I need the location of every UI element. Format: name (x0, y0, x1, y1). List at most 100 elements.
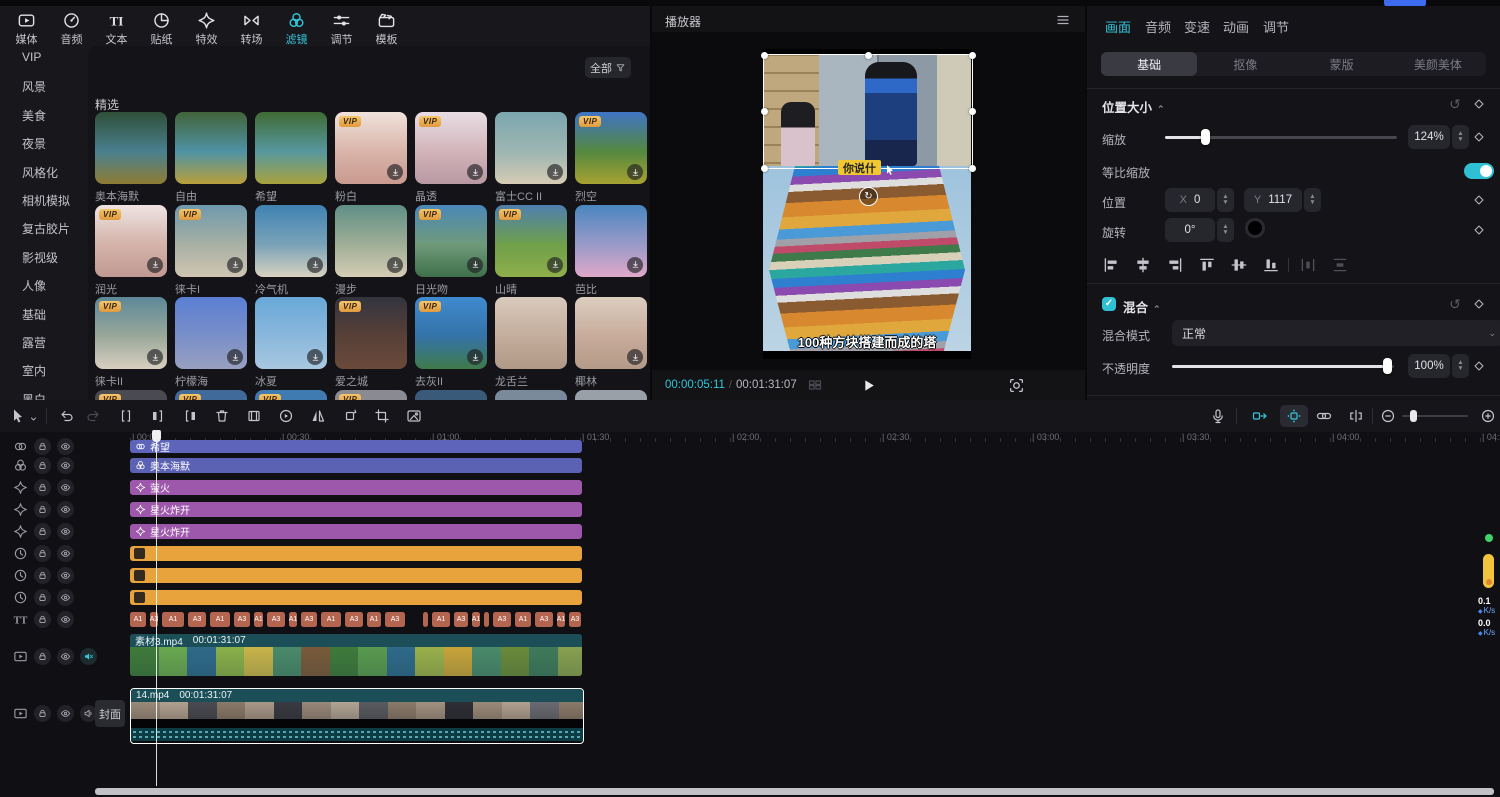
playhead[interactable] (156, 430, 157, 786)
reset-icon[interactable]: ↺ (1447, 96, 1463, 112)
rotate-handle[interactable]: ↻ (859, 187, 878, 206)
al-right-icon[interactable] (1166, 256, 1184, 274)
toolbar-item-filter[interactable]: 滤镜 (274, 8, 319, 46)
text-clip[interactable]: A3 (569, 612, 581, 627)
text-clip[interactable]: A1 (367, 612, 381, 627)
tab-speed[interactable]: 变速 (1184, 17, 1210, 36)
clip-selection-box[interactable] (763, 54, 973, 169)
category-4[interactable]: 夜景 (22, 135, 46, 152)
video-clip[interactable]: 素材3.mp400:01:31:07 (130, 634, 582, 676)
al-bottom-icon[interactable] (1262, 256, 1280, 274)
dist-h-icon[interactable] (1299, 256, 1317, 274)
category-10[interactable]: 基础 (22, 306, 46, 323)
category-6[interactable]: 相机模拟 (22, 192, 70, 209)
effect-clip[interactable]: 萤火 (130, 480, 582, 495)
subtab-mask[interactable]: 蒙版 (1294, 52, 1390, 76)
filter-thumbnail[interactable] (575, 205, 647, 277)
filter-thumbnail[interactable]: VIP (95, 205, 167, 277)
video-clip-selected[interactable]: 14.mp400:01:31:07 (130, 688, 584, 744)
text-clip[interactable]: A1 (472, 612, 480, 627)
tab-animation[interactable]: 动画 (1223, 17, 1249, 36)
toolbar-item-text[interactable]: TI文本 (94, 8, 139, 46)
text-clip[interactable]: A3 (493, 612, 511, 627)
sticker-clip[interactable] (130, 546, 582, 561)
toolbar-item-sticker[interactable]: 贴纸 (139, 8, 184, 46)
filter-thumbnail[interactable]: VIP (175, 205, 247, 277)
keyframe-icon[interactable] (1472, 359, 1486, 373)
filter-thumbnail[interactable] (495, 112, 567, 184)
effect-clip[interactable]: 星火炸开 (130, 524, 582, 539)
text-clip[interactable]: A3 (535, 612, 553, 627)
download-icon[interactable] (547, 164, 563, 180)
text-clip[interactable]: A3 (345, 612, 363, 627)
subtab-basic[interactable]: 基础 (1101, 52, 1197, 76)
category-9[interactable]: 人像 (22, 277, 46, 294)
al-top-icon[interactable] (1198, 256, 1216, 274)
filter-thumbnail[interactable]: VIP (575, 112, 647, 184)
keyframe-icon[interactable] (1472, 130, 1486, 144)
selection-handle[interactable] (969, 52, 976, 59)
position-x-stepper[interactable]: ▲▼ (1217, 188, 1234, 212)
download-icon[interactable] (307, 349, 323, 365)
category-3[interactable]: 美食 (22, 107, 46, 124)
toolbar-item-effects[interactable]: 特效 (184, 8, 229, 46)
filter-thumbnail[interactable]: VIP (335, 112, 407, 184)
selection-handle[interactable] (969, 108, 976, 115)
filter-thumbnail[interactable] (255, 297, 327, 369)
selection-handle[interactable] (761, 165, 768, 172)
category-12[interactable]: 室内 (22, 362, 46, 379)
rotate-field[interactable]: 0° (1165, 218, 1215, 242)
download-icon[interactable] (227, 349, 243, 365)
filter-thumbnail[interactable]: VIP (255, 390, 327, 400)
text-clip[interactable]: A3 (454, 612, 468, 627)
filter-thumbnail[interactable] (255, 205, 327, 277)
filter-thumbnail[interactable] (575, 390, 647, 400)
selection-handle[interactable] (865, 52, 872, 59)
horizontal-scrollbar[interactable] (95, 788, 1494, 795)
position-x-field[interactable]: X0 (1165, 188, 1215, 212)
filter-thumbnail[interactable]: VIP (495, 205, 567, 277)
text-clip[interactable]: A1 (130, 612, 146, 627)
download-icon[interactable] (627, 164, 643, 180)
download-icon[interactable] (627, 349, 643, 365)
al-left-icon[interactable] (1102, 256, 1120, 274)
filter-thumbnail[interactable]: VIP (415, 112, 487, 184)
text-clip[interactable]: A3 (385, 612, 405, 627)
position-y-field[interactable]: Y1117 (1244, 188, 1302, 212)
filter-thumbnail[interactable]: VIP (335, 297, 407, 369)
dist-v-icon[interactable] (1331, 256, 1349, 274)
play-button[interactable] (860, 377, 877, 394)
playhead-handle[interactable] (152, 430, 161, 442)
toolbar-item-transition[interactable]: 转场 (229, 8, 274, 46)
filter-thumbnail[interactable] (415, 390, 487, 400)
scale-slider[interactable] (1165, 136, 1397, 139)
download-icon[interactable] (387, 257, 403, 273)
category-5[interactable]: 风格化 (22, 164, 58, 181)
toolbar-item-media[interactable]: 媒体 (4, 8, 49, 46)
player-menu-icon[interactable] (1055, 12, 1071, 28)
filter-thumbnail[interactable]: VIP (335, 390, 407, 400)
download-icon[interactable] (627, 257, 643, 273)
download-icon[interactable] (227, 257, 243, 273)
text-clip[interactable]: A3 (267, 612, 285, 627)
filter-duo-clip[interactable]: 希望 (130, 440, 582, 453)
effect-clip[interactable]: 星火炸开 (130, 502, 582, 517)
category-13[interactable]: 黑白 (22, 391, 46, 400)
text-clip[interactable]: A1 (254, 612, 263, 627)
cover-button[interactable]: 封面 (95, 700, 125, 727)
text-clip[interactable]: A1 (515, 612, 531, 627)
filter-thumbnail[interactable] (495, 297, 567, 369)
category-1[interactable]: VIP (22, 50, 41, 64)
al-center-h-icon[interactable] (1134, 256, 1152, 274)
selection-handle[interactable] (761, 108, 768, 115)
subtab-beauty[interactable]: 美颜美体 (1390, 52, 1486, 76)
download-icon[interactable] (147, 257, 163, 273)
sticker-clip[interactable] (130, 568, 582, 583)
filter-thumbnail[interactable]: VIP (95, 390, 167, 400)
rotate-dial[interactable] (1245, 218, 1265, 238)
tab-audio[interactable]: 音频 (1145, 17, 1171, 36)
filter-thumbnail[interactable]: VIP (415, 205, 487, 277)
text-clip[interactable]: A1 (289, 612, 297, 627)
filter-thumbnail[interactable] (255, 112, 327, 184)
position-y-stepper[interactable]: ▲▼ (1304, 188, 1321, 212)
